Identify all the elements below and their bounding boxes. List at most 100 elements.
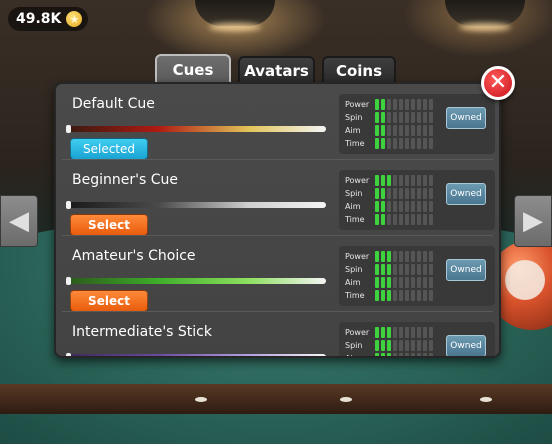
cue-butt-cap	[66, 277, 71, 285]
stat-bar-meter	[375, 340, 433, 351]
tab-avatars[interactable]: Avatars	[238, 56, 315, 84]
stat-row: Aim	[345, 276, 433, 289]
stat-bar-segment	[423, 99, 427, 110]
ceiling-lamp	[445, 0, 525, 26]
stat-bar-segment	[375, 251, 379, 262]
stat-bar-segment	[381, 264, 385, 275]
select-button[interactable]: Select	[70, 214, 148, 236]
stat-bar-segment	[429, 340, 433, 351]
cue-stats-box: Power Spin Aim Time Owned	[339, 94, 495, 154]
close-icon: ✕	[488, 70, 508, 95]
stat-bar-segment	[405, 201, 409, 212]
stat-bar-segment	[405, 290, 409, 301]
stat-bar-segment	[399, 175, 403, 186]
stat-bar-segment	[411, 125, 415, 136]
stat-bar-segment	[411, 188, 415, 199]
stat-bar-segment	[381, 175, 385, 186]
stat-bar-segment	[381, 353, 385, 356]
stat-bar-segment	[399, 188, 403, 199]
stat-bar-segment	[399, 138, 403, 149]
stat-bar-segment	[405, 99, 409, 110]
stat-bar-segment	[417, 251, 421, 262]
arrow-left-icon: ◀	[9, 206, 29, 236]
stat-bar-segment	[393, 175, 397, 186]
next-arrow-button[interactable]: ▶	[514, 195, 552, 247]
stat-bar-segment	[423, 138, 427, 149]
stat-bar-segment	[423, 125, 427, 136]
stat-bar-segment	[417, 201, 421, 212]
stat-bar-segment	[429, 353, 433, 356]
stat-bar-segment	[423, 353, 427, 356]
stat-bar-segment	[399, 327, 403, 338]
stat-bar-segment	[375, 188, 379, 199]
stat-bar-segment	[405, 353, 409, 356]
rail-diamond	[195, 397, 207, 402]
stat-bar-segment	[405, 175, 409, 186]
stat-bar-meter	[375, 327, 433, 338]
stat-bar-segment	[411, 327, 415, 338]
stat-bar-segment	[417, 290, 421, 301]
stat-bar-segment	[387, 138, 391, 149]
stat-bar-segment	[399, 125, 403, 136]
stat-bar-segment	[429, 138, 433, 149]
stat-bar-segment	[411, 201, 415, 212]
stat-bar-segment	[399, 251, 403, 262]
stat-bar-segment	[375, 264, 379, 275]
tab-cues[interactable]: Cues	[155, 54, 231, 84]
cue-butt-cap	[66, 353, 71, 356]
owned-badge[interactable]: Owned	[446, 183, 486, 205]
cue-row: Amateur's Choice Select Power Spin Aim Time Ow…	[56, 236, 499, 312]
stat-bar-segment	[375, 125, 379, 136]
stat-bar-meter	[375, 138, 433, 149]
stat-bar-segment	[393, 112, 397, 123]
stat-bar-segment	[411, 251, 415, 262]
cue-butt-cap	[66, 125, 71, 133]
rail-diamond	[340, 397, 352, 402]
stat-row: Time	[345, 213, 433, 226]
stat-label: Power	[345, 100, 370, 109]
stat-bar-segment	[423, 112, 427, 123]
stat-bar-segment	[423, 290, 427, 301]
stat-bar-segment	[411, 264, 415, 275]
stat-bar-segment	[387, 175, 391, 186]
stat-label: Spin	[345, 189, 363, 198]
stat-bar-meter	[375, 214, 433, 225]
stat-bar-segment	[399, 112, 403, 123]
tab-coins[interactable]: Coins	[322, 56, 396, 84]
close-button[interactable]: ✕	[481, 66, 515, 100]
owned-badge[interactable]: Owned	[446, 259, 486, 281]
stat-bar-segment	[387, 277, 391, 288]
stat-bar-segment	[375, 138, 379, 149]
previous-arrow-button[interactable]: ◀	[0, 195, 38, 247]
stat-bar-segment	[417, 138, 421, 149]
stat-bar-segment	[381, 214, 385, 225]
stat-bar-meter	[375, 175, 433, 186]
coin-balance[interactable]: 49.8K ★	[8, 7, 89, 31]
stat-bar-segment	[381, 125, 385, 136]
stat-bar-segment	[381, 290, 385, 301]
select-button[interactable]: Select	[70, 290, 148, 312]
stat-bar-segment	[399, 340, 403, 351]
stat-bar-segment	[429, 214, 433, 225]
stat-bar-segment	[399, 201, 403, 212]
stat-bar-segment	[405, 112, 409, 123]
stat-bar-segment	[423, 264, 427, 275]
stat-bar-segment	[417, 214, 421, 225]
stat-label: Aim	[345, 278, 361, 287]
stat-bar-segment	[387, 112, 391, 123]
stat-bar-segment	[387, 201, 391, 212]
stat-row: Aim	[345, 124, 433, 137]
stat-bar-segment	[375, 290, 379, 301]
owned-badge[interactable]: Owned	[446, 335, 486, 356]
cue-butt-cap	[66, 201, 71, 209]
stat-bar-segment	[405, 125, 409, 136]
stat-bar-segment	[381, 112, 385, 123]
stat-bar-segment	[423, 340, 427, 351]
stat-label: Aim	[345, 202, 361, 211]
cue-row: Default Cue Selected Power Spin Aim Time Owned	[56, 84, 499, 160]
stat-row: Spin	[345, 263, 433, 276]
owned-badge[interactable]: Owned	[446, 107, 486, 129]
selected-button[interactable]: Selected	[70, 138, 148, 160]
stat-bar-segment	[375, 112, 379, 123]
cue-row: Beginner's Cue Select Power Spin Aim Time Owne…	[56, 160, 499, 236]
